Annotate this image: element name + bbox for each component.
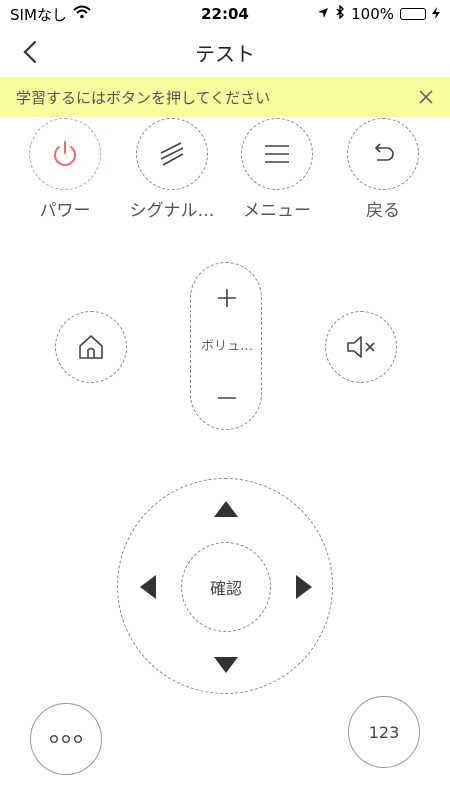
- volume-down-button[interactable]: [191, 373, 263, 423]
- banner-close-button[interactable]: [414, 85, 438, 109]
- more-button[interactable]: [30, 703, 102, 775]
- return-label: 戻る: [366, 201, 400, 221]
- close-icon: [419, 90, 433, 104]
- status-bar: SIMなし 22:04 100%: [0, 0, 450, 28]
- carrier-label: SIMなし: [10, 5, 67, 24]
- return-button[interactable]: [347, 118, 419, 190]
- mute-button[interactable]: [325, 311, 397, 383]
- location-icon: [317, 5, 329, 23]
- nav-bar: テスト: [0, 28, 450, 76]
- volume-up-button[interactable]: [191, 273, 263, 323]
- learning-banner: 学習するにはボタンを押してください: [0, 77, 450, 117]
- screen: SIMなし 22:04 100% テスト 学習するにはボタンを押してください パ…: [0, 0, 450, 800]
- triangle-left-icon: [140, 575, 156, 599]
- bluetooth-icon: [335, 4, 345, 23]
- back-button[interactable]: [12, 34, 48, 70]
- status-right: 100%: [317, 4, 440, 23]
- dpad-up-button[interactable]: [211, 497, 241, 521]
- ok-button[interactable]: 確認: [181, 542, 271, 632]
- triangle-down-icon: [214, 657, 238, 673]
- home-icon: [79, 335, 103, 359]
- banner-text: 学習するにはボタンを押してください: [16, 88, 271, 107]
- minus-icon: [218, 397, 236, 399]
- menu-icon: [265, 145, 289, 163]
- dpad-left-button[interactable]: [136, 572, 160, 602]
- signal-button[interactable]: [136, 118, 208, 190]
- triangle-up-icon: [214, 501, 238, 517]
- volume-control: ボリュ…: [190, 262, 262, 430]
- charging-icon: [432, 5, 440, 23]
- return-icon: [374, 143, 394, 161]
- power-icon: [54, 141, 76, 166]
- volume-label: ボリュ…: [200, 339, 253, 354]
- menu-label: メニュー: [243, 201, 311, 221]
- numpad-label: 123: [368, 722, 400, 742]
- signal-icon: [160, 142, 184, 166]
- more-icon: [50, 735, 83, 743]
- numpad-button[interactable]: 123: [348, 696, 420, 768]
- chevron-left-icon: [23, 40, 37, 64]
- wifi-icon: [73, 5, 91, 23]
- dpad-right-button[interactable]: [292, 572, 316, 602]
- power-label: パワー: [39, 201, 91, 221]
- ok-label: 確認: [209, 579, 242, 598]
- signal-label: シグナル…: [129, 201, 215, 221]
- plus-icon: [218, 289, 236, 307]
- dpad: 確認: [117, 478, 333, 694]
- power-button[interactable]: [29, 118, 101, 190]
- dpad-down-button[interactable]: [211, 653, 241, 677]
- triangle-right-icon: [296, 575, 312, 599]
- battery-icon: [400, 8, 426, 20]
- mute-icon: [347, 336, 375, 358]
- menu-button[interactable]: [241, 118, 313, 190]
- battery-percent: 100%: [351, 5, 394, 23]
- home-button[interactable]: [55, 311, 127, 383]
- status-left: SIMなし: [10, 4, 91, 25]
- page-title: テスト: [195, 41, 255, 66]
